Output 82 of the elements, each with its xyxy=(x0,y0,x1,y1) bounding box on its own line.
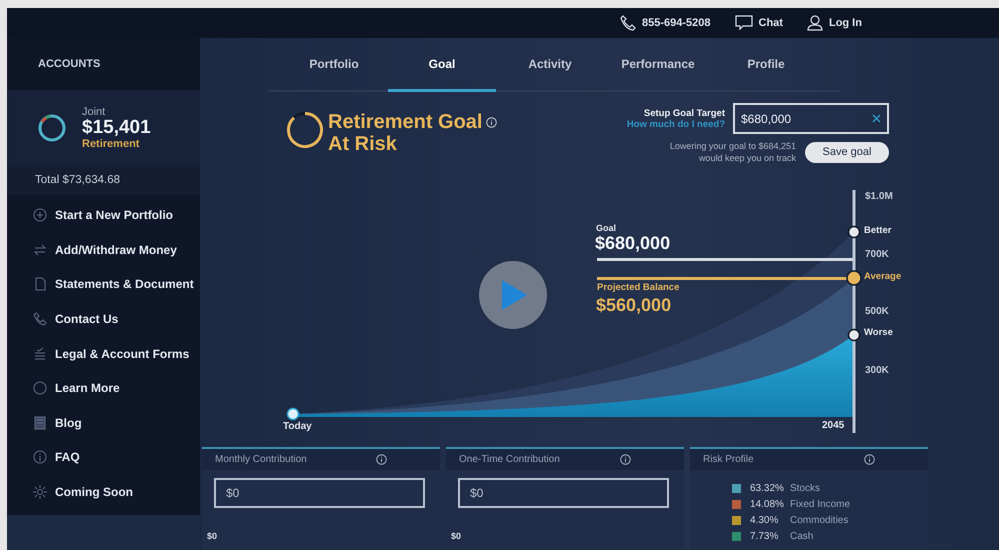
sidebar-item[interactable]: Add/Withdraw Money xyxy=(7,232,200,268)
goal-status: At Risk xyxy=(328,133,398,155)
scenario-point[interactable] xyxy=(846,270,862,286)
axis-label: 700K xyxy=(865,249,889,260)
login-link[interactable]: Log In xyxy=(828,17,862,29)
tab[interactable]: Profile xyxy=(712,38,820,90)
account-card[interactable]: Joint $15,401 Retirement xyxy=(7,90,200,165)
how-much-link[interactable]: How much do I need? xyxy=(626,118,725,130)
legend-label: Cash xyxy=(790,530,814,542)
legend-percent: 7.73% xyxy=(750,530,780,542)
goal-value: $680,000 xyxy=(595,233,670,254)
arrows-icon xyxy=(33,242,47,257)
axis-label: 300K xyxy=(865,365,889,376)
scenario-point[interactable] xyxy=(848,226,860,238)
book-icon xyxy=(33,416,47,430)
tab[interactable]: Goal xyxy=(388,38,496,92)
scenario-label: Better xyxy=(864,225,892,236)
tab[interactable]: Activity xyxy=(496,38,604,90)
start-point xyxy=(286,408,300,420)
sun-icon xyxy=(33,485,47,500)
end-label: 2045 xyxy=(822,420,844,431)
plus-icon xyxy=(33,208,47,222)
sidebar-item[interactable]: Blog xyxy=(7,406,200,440)
sidebar-item[interactable]: Contact Us xyxy=(7,302,200,336)
legend-percent: 63.32% xyxy=(750,482,785,494)
status-ring-icon xyxy=(286,111,324,149)
info-icon[interactable] xyxy=(376,454,387,465)
projected-label: Projected Balance xyxy=(597,282,680,293)
account-balance: $15,401 xyxy=(82,118,151,138)
scenario-point[interactable] xyxy=(848,328,860,342)
panel-title: Risk Profile xyxy=(703,454,754,465)
panel-title: Monthly Contribution xyxy=(215,454,307,465)
legend-percent: 4.30% xyxy=(750,514,780,526)
legend-label: Commodities xyxy=(790,514,848,526)
goal-input[interactable]: $680,000 xyxy=(733,103,889,134)
goal-title: Retirement Goal xyxy=(328,111,482,133)
document-icon xyxy=(33,277,47,292)
circle-icon xyxy=(33,381,47,396)
info-icon[interactable] xyxy=(864,454,875,465)
account-type: Joint xyxy=(82,106,106,118)
sidebar-item[interactable]: Learn More xyxy=(7,370,200,406)
sidebar-item[interactable]: FAQ xyxy=(7,440,200,475)
tab[interactable]: Portfolio xyxy=(280,38,388,90)
sidebar-item[interactable]: Statements & Document xyxy=(7,267,200,302)
panel-title: One-Time Contribution xyxy=(459,454,560,465)
scenario-label: Worse xyxy=(864,327,893,338)
tab[interactable]: Performance xyxy=(604,38,712,90)
goal-target-label: Setup Goal Target xyxy=(644,108,725,118)
start-label: Today xyxy=(283,421,312,432)
info-icon[interactable] xyxy=(620,454,631,465)
goal-label: Goal xyxy=(596,223,616,233)
phone-number[interactable]: 855-694-5208 xyxy=(642,17,711,29)
list-icon xyxy=(33,346,47,361)
sidebar-item[interactable]: Legal & Account Forms xyxy=(7,336,200,371)
slider-min-label: $0 xyxy=(451,531,462,541)
axis-label: $1.0M xyxy=(865,191,893,202)
ring-chart-icon xyxy=(37,112,67,142)
info-icon[interactable] xyxy=(486,116,498,128)
play-button[interactable] xyxy=(479,261,547,329)
save-goal-button[interactable]: Save goal xyxy=(805,142,889,162)
chat-icon xyxy=(734,15,753,31)
chat-link[interactable]: Chat xyxy=(758,17,783,29)
legend-label: Fixed Income xyxy=(790,498,850,510)
sidebar-item[interactable]: Coming Soon xyxy=(7,474,200,510)
scenario-label: Average xyxy=(864,271,902,282)
goal-hint: Lowering your goal to $684,251 would keep you on track xyxy=(670,140,796,164)
legend-label: Stocks xyxy=(790,482,820,494)
amount-field[interactable]: $0 xyxy=(214,478,425,508)
slider-min-label: $0 xyxy=(207,531,218,541)
sidebar-heading: ACCOUNTS xyxy=(38,58,100,70)
sidebar-item[interactable]: Start a New Portfolio xyxy=(7,198,200,233)
phone-icon xyxy=(620,15,636,31)
legend-percent: 14.08% xyxy=(750,498,785,510)
total-balance: Total $73,634.68 xyxy=(35,174,120,186)
projected-value: $560,000 xyxy=(596,295,672,316)
account-name: Retirement xyxy=(82,138,140,150)
clear-icon[interactable] xyxy=(872,114,881,123)
phone-icon xyxy=(33,312,47,326)
amount-field[interactable]: $0 xyxy=(458,478,669,508)
axis-label: 500K xyxy=(865,306,889,317)
user-icon xyxy=(806,15,823,31)
info-icon xyxy=(33,450,47,464)
